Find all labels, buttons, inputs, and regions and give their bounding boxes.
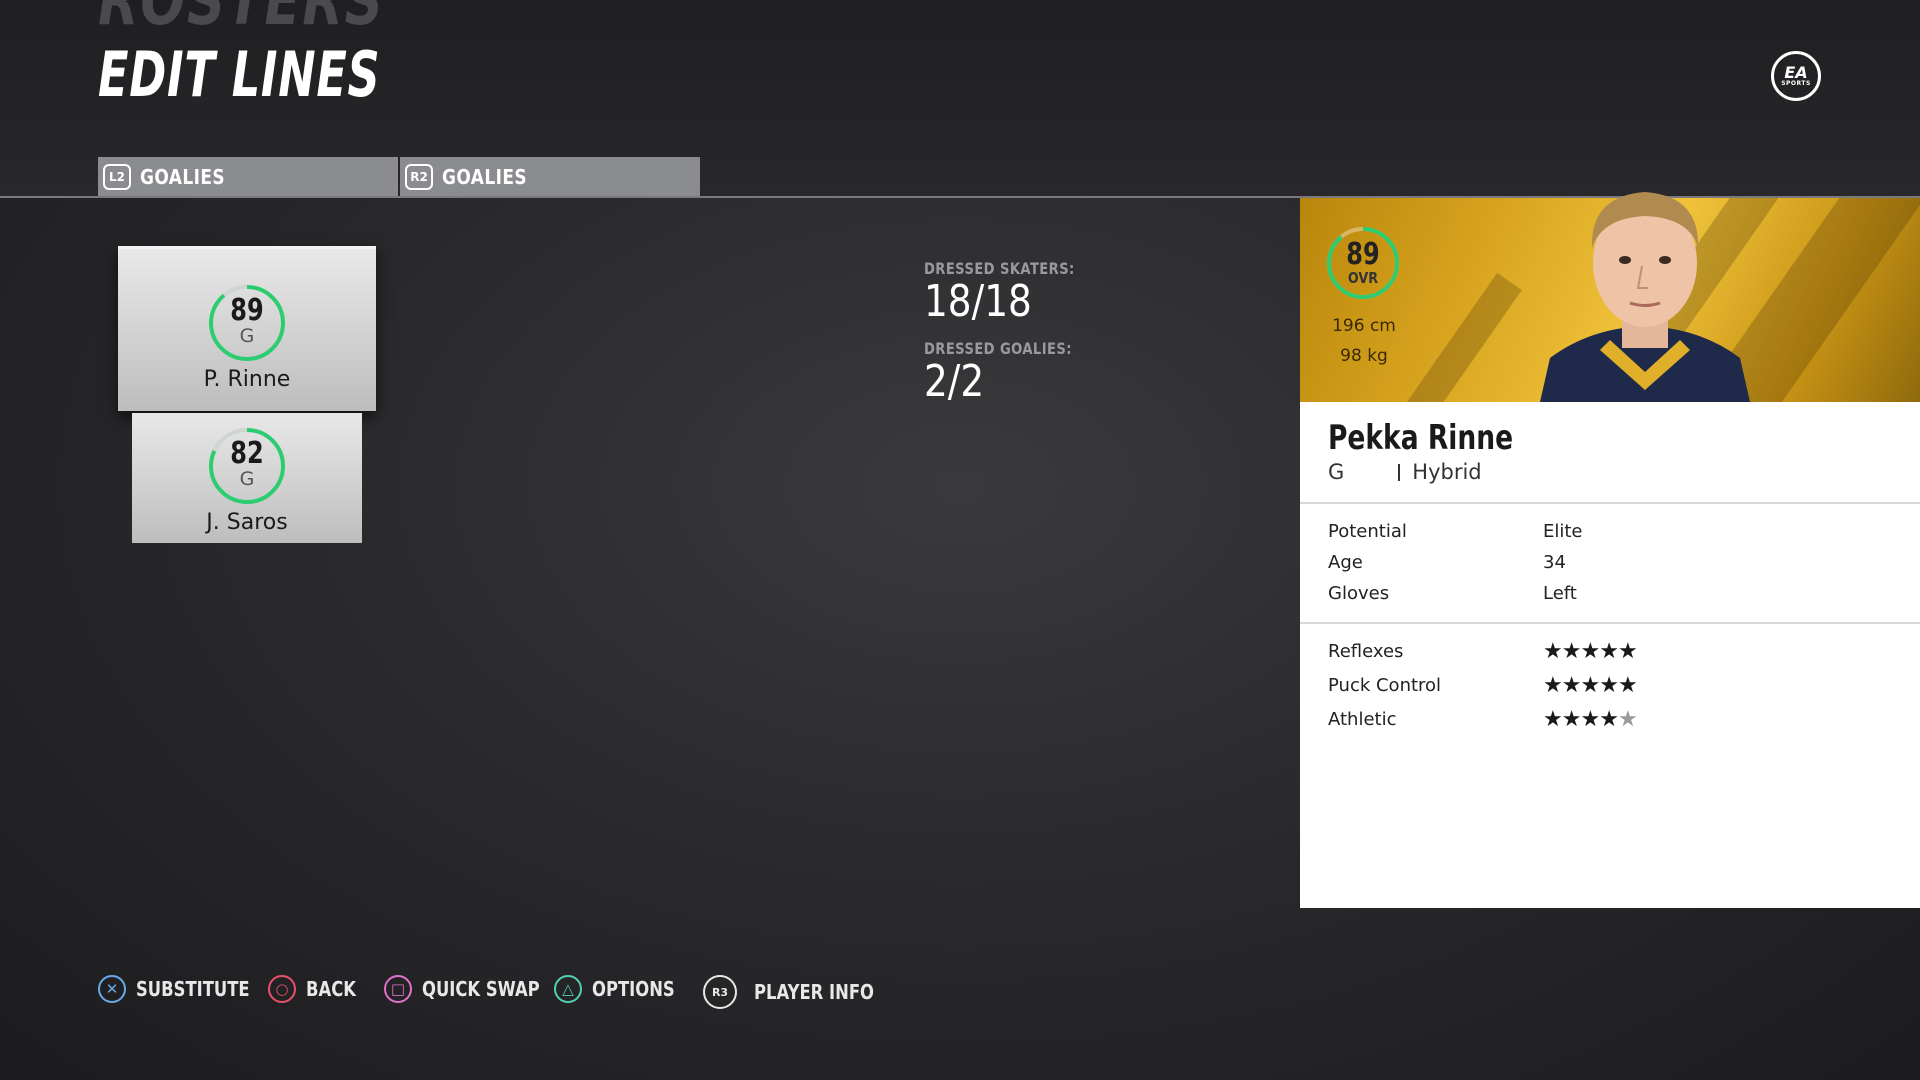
- overall-rating: 82: [230, 436, 264, 471]
- star-icon: ★: [1599, 673, 1619, 698]
- dressed-goalies-value: 2/2: [924, 356, 985, 407]
- page-title: EDIT LINES: [98, 38, 381, 111]
- star-icon: ★: [1561, 673, 1582, 698]
- divider: [1300, 502, 1920, 504]
- info-value: Left: [1543, 583, 1577, 604]
- options-label: OPTIONS: [592, 977, 675, 1001]
- substitute-button[interactable]: ✕ SUBSTITUTE: [98, 975, 275, 1003]
- star-icon: ★: [1580, 707, 1600, 732]
- overall-rating: 89: [1346, 237, 1380, 272]
- tab-label: GOALIES: [140, 164, 226, 189]
- rating-label: Athletic: [1328, 709, 1397, 730]
- divider: [1300, 622, 1920, 624]
- player-info-button[interactable]: R3 PLAYER INFO: [703, 975, 900, 1009]
- ea-sports-logo: EA SPORTS: [1771, 51, 1821, 101]
- info-label: Age: [1328, 552, 1363, 573]
- ea-logo-subtext: SPORTS: [1781, 79, 1811, 87]
- overall-rating-ring: 82 G: [207, 426, 287, 506]
- tab-goalies-r2[interactable]: R2 GOALIES: [400, 157, 700, 196]
- tab-label: GOALIES: [442, 164, 528, 189]
- r3-button-icon: R3: [703, 975, 737, 1009]
- separator: [1398, 464, 1401, 481]
- back-button[interactable]: ○ BACK: [268, 975, 367, 1003]
- star-icon: ★: [1561, 639, 1582, 664]
- overall-rating-ring: 89 OVR: [1325, 225, 1401, 301]
- player-info-panel: 89 OVR 196 cm 98 kg Pekka Rinne G Hybrid …: [1300, 192, 1920, 908]
- info-value: 34: [1543, 552, 1566, 573]
- overall-rating-ring: 89 G: [207, 283, 287, 363]
- quick-swap-label: QUICK SWAP: [422, 977, 540, 1001]
- info-label: Potential: [1328, 521, 1407, 542]
- l2-button-icon: L2: [103, 163, 131, 190]
- star-icon: ★: [1543, 707, 1563, 732]
- player-name: J. Saros: [206, 510, 288, 535]
- substitute-label: SUBSTITUTE: [136, 977, 250, 1001]
- overall-label: OVR: [1347, 269, 1379, 287]
- r2-button-icon: R2: [405, 163, 433, 190]
- options-button[interactable]: △ OPTIONS: [554, 975, 693, 1003]
- cross-button-icon: ✕: [98, 975, 126, 1003]
- player-portrait: [1540, 192, 1750, 402]
- goalie-card-starter[interactable]: 89 G P. Rinne: [118, 246, 376, 411]
- star-icon: ★: [1561, 707, 1582, 732]
- square-button-icon: □: [384, 975, 412, 1003]
- star-rating: ★★★★★: [1543, 707, 1638, 732]
- position: G: [239, 325, 255, 347]
- quick-swap-button[interactable]: □ QUICK SWAP: [384, 975, 566, 1003]
- rating-label: Puck Control: [1328, 675, 1442, 696]
- player-height: 196 cm: [1332, 316, 1396, 336]
- star-icon: ★: [1599, 639, 1619, 664]
- ea-logo-text: EA: [1784, 62, 1808, 82]
- player-style: Hybrid: [1412, 460, 1482, 484]
- info-value: Elite: [1543, 521, 1583, 542]
- circle-button-icon: ○: [268, 975, 296, 1003]
- player-weight: 98 kg: [1340, 346, 1388, 366]
- star-icon: ★: [1599, 707, 1619, 732]
- player-position: G: [1328, 460, 1345, 484]
- star-icon: ★: [1580, 673, 1600, 698]
- star-icon: ★: [1617, 673, 1638, 698]
- overall-rating: 89: [230, 293, 264, 328]
- dressed-skaters-value: 18/18: [924, 276, 1032, 327]
- position: G: [239, 468, 255, 490]
- rating-label: Reflexes: [1328, 641, 1404, 662]
- tab-goalies-l2[interactable]: L2 GOALIES: [98, 157, 398, 196]
- star-icon: ★: [1617, 707, 1638, 732]
- star-rating: ★★★★★: [1543, 673, 1638, 698]
- player-name: P. Rinne: [203, 367, 291, 392]
- info-label: Gloves: [1328, 583, 1390, 604]
- triangle-button-icon: △: [554, 975, 582, 1003]
- star-icon: ★: [1580, 639, 1600, 664]
- player-full-name: Pekka Rinne: [1328, 418, 1514, 458]
- star-rating: ★★★★★: [1543, 639, 1638, 664]
- section-ghost-title: ROSTERS: [98, 0, 385, 41]
- player-info-label: PLAYER INFO: [754, 980, 874, 1004]
- goalie-card-backup[interactable]: 82 G J. Saros: [132, 413, 362, 543]
- star-icon: ★: [1543, 639, 1563, 664]
- back-label: BACK: [306, 977, 356, 1001]
- player-position-style: G Hybrid: [1328, 460, 1482, 484]
- star-icon: ★: [1617, 639, 1638, 664]
- star-icon: ★: [1543, 673, 1563, 698]
